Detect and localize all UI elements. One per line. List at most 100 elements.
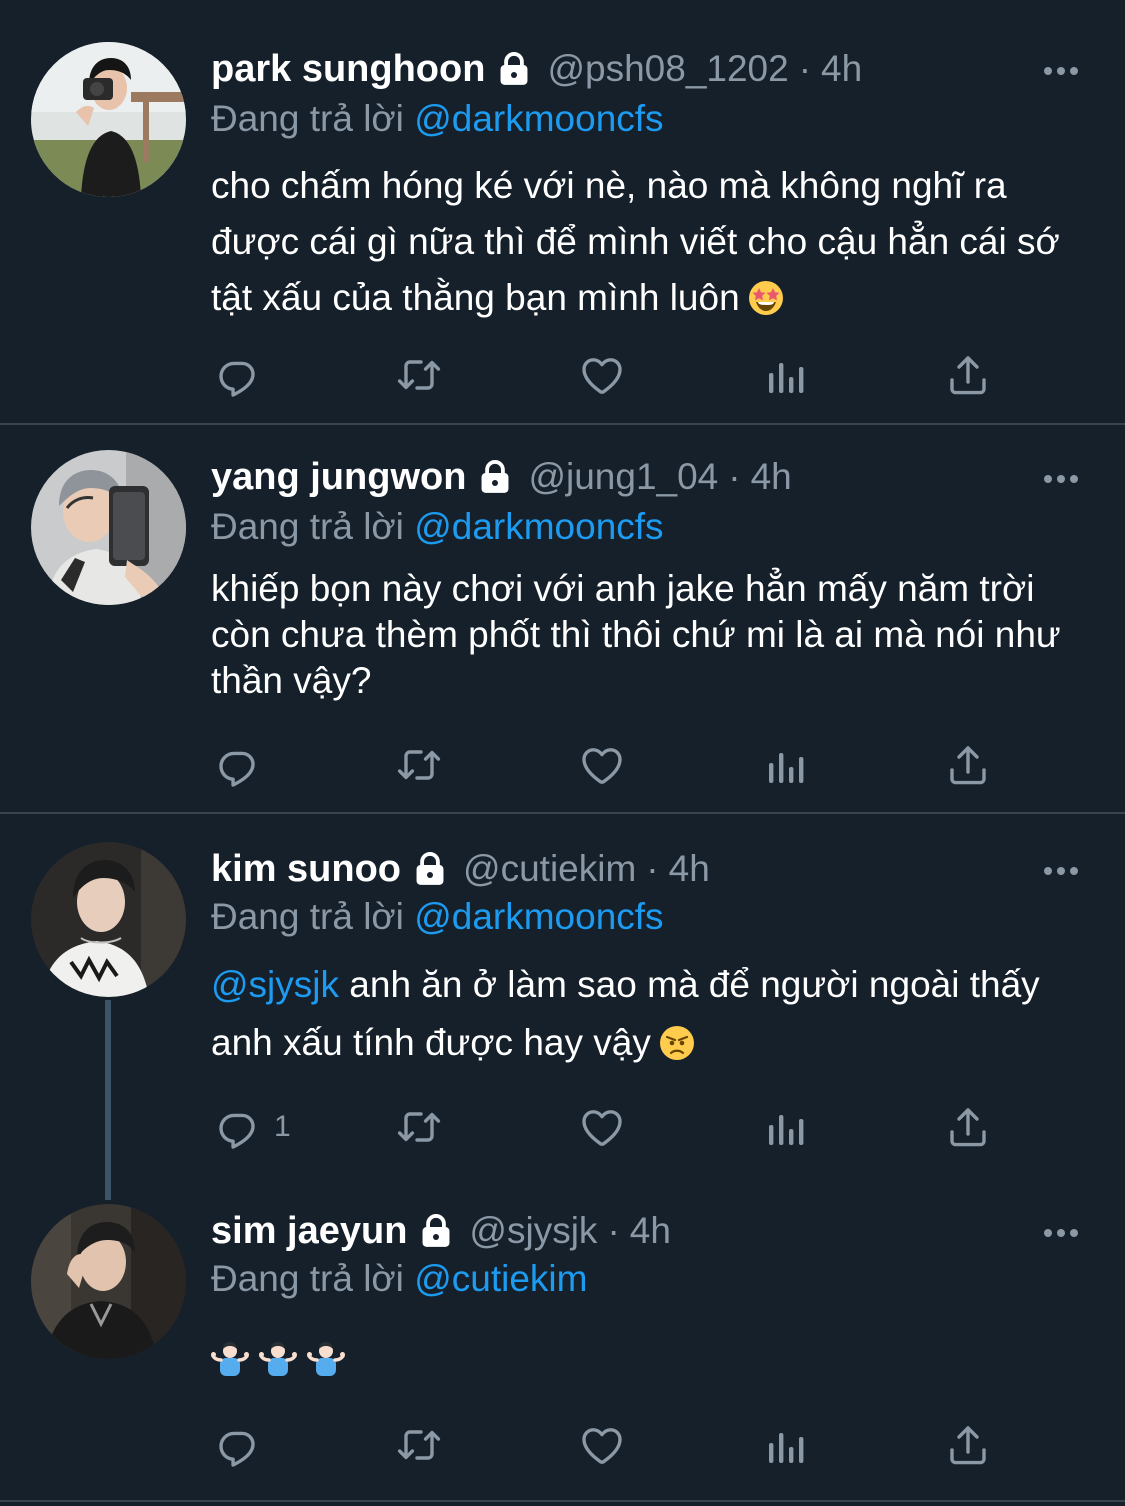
replying-prefix: Đang trả lời — [211, 506, 404, 547]
avatar[interactable] — [31, 42, 186, 197]
share-button[interactable] — [944, 350, 992, 400]
reply-icon — [214, 351, 262, 399]
action-bar — [211, 740, 1011, 790]
reply-count: 1 — [274, 1110, 291, 1143]
analytics-button[interactable] — [761, 1102, 809, 1152]
person-shrugging-emoji — [259, 1338, 297, 1376]
heart-icon — [578, 351, 626, 399]
like-button[interactable] — [578, 350, 626, 400]
reply-icon — [214, 741, 262, 789]
tweet-header: kim sunoo @cutiekim · 4h — [211, 844, 710, 894]
replying-mention-link[interactable]: @darkmooncfs — [414, 98, 663, 139]
username[interactable]: @cutiekim — [463, 848, 636, 890]
tweet-text: cho chấm hóng ké với nè, nào mà không ng… — [211, 158, 1091, 326]
retweet-button[interactable] — [395, 350, 443, 400]
tweet-text — [211, 1338, 345, 1376]
tweet[interactable]: sim jaeyun @sjysjk · 4h Đang trả lời @cu… — [0, 1178, 1125, 1498]
reply-button[interactable] — [214, 740, 262, 790]
heart-icon — [578, 741, 626, 789]
share-button[interactable] — [944, 1102, 992, 1152]
share-icon — [944, 351, 992, 399]
analytics-button[interactable] — [761, 350, 809, 400]
display-name[interactable]: yang jungwon — [211, 456, 466, 499]
tweet-text: @sjysjk anh ăn ở làm sao mà để người ngo… — [211, 956, 1091, 1072]
replying-prefix: Đang trả lời — [211, 896, 404, 937]
replying-mention-link[interactable]: @darkmooncfs — [414, 506, 663, 547]
analytics-icon — [761, 1103, 809, 1151]
analytics-icon — [761, 741, 809, 789]
retweet-icon — [395, 741, 443, 789]
reply-icon — [214, 1103, 262, 1151]
replying-to: Đang trả lời @darkmooncfs — [211, 896, 664, 938]
star-struck-emoji — [748, 276, 784, 312]
separator-dot: · — [607, 1210, 620, 1251]
lock-icon — [417, 1212, 455, 1250]
more-options-icon[interactable] — [1042, 64, 1080, 76]
retweet-button[interactable] — [395, 1102, 443, 1152]
like-button[interactable] — [578, 1102, 626, 1152]
separator-dot: · — [728, 456, 741, 497]
more-options-icon[interactable] — [1042, 1226, 1080, 1238]
retweet-icon — [395, 1103, 443, 1151]
username[interactable]: @sjysjk — [469, 1210, 597, 1252]
avatar[interactable] — [31, 450, 186, 605]
person-shrugging-emoji — [307, 1338, 345, 1376]
person-shrugging-emoji — [211, 1338, 249, 1376]
separator-dot: · — [646, 848, 659, 889]
share-icon — [944, 741, 992, 789]
avatar[interactable] — [31, 1204, 186, 1359]
separator-dot: · — [798, 48, 812, 89]
more-options-icon[interactable] — [1042, 472, 1080, 484]
analytics-button[interactable] — [761, 1420, 809, 1470]
heart-icon — [578, 1103, 626, 1151]
reply-button[interactable] — [214, 1420, 262, 1470]
tweet-body: cho chấm hóng ké với nè, nào mà không ng… — [211, 165, 1060, 318]
timestamp[interactable]: 4h — [669, 848, 710, 890]
replying-mention-link[interactable]: @darkmooncfs — [414, 896, 663, 937]
share-icon — [944, 1421, 992, 1469]
timestamp[interactable]: 4h — [751, 456, 792, 498]
like-button[interactable] — [578, 740, 626, 790]
display-name[interactable]: sim jaeyun — [211, 1210, 407, 1253]
retweet-icon — [395, 1421, 443, 1469]
share-button[interactable] — [944, 1420, 992, 1470]
tweet-header: sim jaeyun @sjysjk · 4h — [211, 1206, 671, 1256]
more-options-icon[interactable] — [1042, 864, 1080, 876]
like-button[interactable] — [578, 1420, 626, 1470]
replying-mention-link[interactable]: @cutiekim — [414, 1258, 587, 1299]
timestamp[interactable]: 4h — [821, 48, 862, 90]
replying-to: Đang trả lời @darkmooncfs — [211, 506, 664, 548]
text-mention-link[interactable]: @sjysjk — [211, 964, 339, 1005]
share-icon — [944, 1103, 992, 1151]
divider — [0, 1500, 1125, 1502]
reply-button[interactable]: 1 — [214, 1102, 291, 1152]
reply-icon — [214, 1421, 262, 1469]
tweet[interactable]: park sunghoon @psh08_1202 · 4h Đang trả … — [0, 0, 1125, 424]
tweet[interactable]: kim sunoo @cutiekim · 4h Đang trả lời @d… — [0, 814, 1125, 1174]
replying-prefix: Đang trả lời — [211, 1258, 404, 1299]
analytics-button[interactable] — [761, 740, 809, 790]
replying-prefix: Đang trả lời — [211, 98, 404, 139]
tweet-header: park sunghoon @psh08_1202 · 4h — [211, 44, 862, 94]
username[interactable]: @jung1_04 — [528, 456, 718, 498]
timestamp[interactable]: 4h — [630, 1210, 671, 1252]
action-bar: 1 — [211, 1102, 1011, 1152]
angry-face-emoji — [659, 1020, 695, 1056]
lock-icon — [495, 50, 533, 88]
retweet-icon — [395, 351, 443, 399]
avatar[interactable] — [31, 842, 186, 997]
action-bar — [211, 1420, 1011, 1470]
display-name[interactable]: park sunghoon — [211, 48, 485, 91]
analytics-icon — [761, 351, 809, 399]
retweet-button[interactable] — [395, 1420, 443, 1470]
replying-to: Đang trả lời @darkmooncfs — [211, 98, 664, 140]
share-button[interactable] — [944, 740, 992, 790]
display-name[interactable]: kim sunoo — [211, 848, 401, 891]
username[interactable]: @psh08_1202 — [547, 48, 788, 90]
tweet-header: yang jungwon @jung1_04 · 4h — [211, 452, 792, 502]
lock-icon — [411, 850, 449, 888]
reply-button[interactable] — [214, 350, 262, 400]
tweet[interactable]: yang jungwon @jung1_04 · 4h Đang trả lời… — [0, 426, 1125, 812]
divider — [0, 423, 1125, 425]
retweet-button[interactable] — [395, 740, 443, 790]
